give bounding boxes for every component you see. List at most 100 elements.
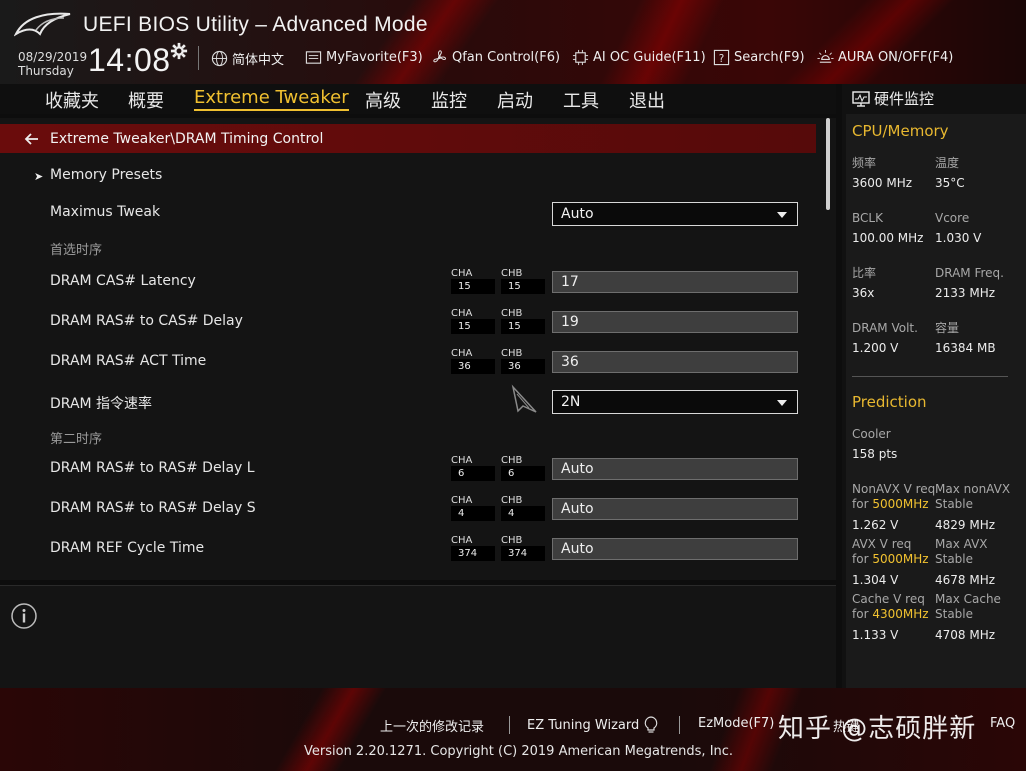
rrd-s-chb-readout: CHB 4: [501, 495, 545, 521]
cha-value: 4: [451, 506, 495, 521]
max-avx-line2: Stable: [935, 552, 974, 566]
help-info-panel: [0, 585, 836, 688]
tab-tools[interactable]: 工具: [563, 87, 599, 113]
ratio-value: 36x: [852, 286, 875, 300]
nonavx-req-line2: for 5000MHz: [852, 497, 935, 512]
cas-chb-readout: CHB 15: [501, 268, 545, 294]
ref-cycle-label: DRAM REF Cycle Time: [50, 540, 205, 556]
chb-label: CHB: [501, 455, 523, 466]
ras-to-cas-field[interactable]: 19: [552, 311, 798, 333]
avx-v-value: 1.304 V: [852, 573, 899, 587]
faq-button[interactable]: FAQ: [990, 716, 1015, 731]
ref-cycle-cha-readout: CHA 374: [451, 535, 495, 561]
freq-label: 频率: [852, 156, 877, 170]
max-cache-label: Max Cache Stable: [935, 592, 1001, 622]
tab-exit[interactable]: 退出: [629, 87, 665, 113]
nonavx-req-label: NonAVX V req for 5000MHz: [852, 482, 935, 512]
rrd-s-field[interactable]: Auto: [552, 498, 798, 520]
breadcrumb-bar: Extreme Tweaker\DRAM Timing Control: [0, 124, 816, 153]
qfan-label: Qfan Control(F6): [452, 50, 561, 65]
ez-tuning-label: EZ Tuning Wizard: [527, 717, 640, 733]
rrd-s-label: DRAM RAS# to RAS# Delay S: [50, 500, 256, 516]
cache-req-line1: Cache V req: [852, 592, 925, 606]
chb-value: 15: [501, 279, 545, 294]
max-nonavx-value: 4829 MHz: [935, 518, 996, 532]
tab-extreme-tweaker[interactable]: Extreme Tweaker: [194, 87, 349, 111]
dram-volt-value: 1.200 V: [852, 341, 899, 355]
chb-value: 4: [501, 506, 545, 521]
ras-act-time-field[interactable]: 36: [552, 351, 798, 373]
cache-req-line2: for 4300MHz: [852, 607, 929, 622]
ref-cycle-field[interactable]: Auto: [552, 538, 798, 560]
max-nonavx-label: Max nonAVX Stable: [935, 482, 1010, 512]
rog-logo-icon: [14, 12, 71, 37]
sidebar-divider: [852, 376, 1008, 377]
command-rate-dropdown[interactable]: 2N: [552, 390, 798, 414]
vcore-value: 1.030 V: [935, 231, 982, 245]
chb-value: 6: [501, 466, 545, 481]
ref-cycle-chb-readout: CHB 374: [501, 535, 545, 561]
search-button[interactable]: ? Search(F9): [713, 49, 805, 66]
tab-monitor[interactable]: 监控: [431, 87, 467, 113]
cha-label: CHA: [451, 268, 473, 279]
maximus-tweak-value: Auto: [561, 206, 594, 222]
rrd-l-chb-readout: CHB 6: [501, 455, 545, 481]
last-modified-button[interactable]: 上一次的修改记录: [380, 716, 484, 735]
avx-req-line2: for 5000MHz: [852, 552, 929, 567]
ai-oc-guide-button[interactable]: AI OC Guide(F11): [572, 49, 706, 66]
primary-timings-heading: 首选时序: [50, 243, 103, 258]
language-button[interactable]: 简体中文: [211, 49, 284, 68]
cha-value: 15: [451, 279, 495, 294]
cha-label: CHA: [451, 455, 473, 466]
avx-for: for: [852, 552, 869, 566]
scrollbar[interactable]: [826, 118, 830, 210]
breadcrumb: Extreme Tweaker\DRAM Timing Control: [50, 130, 324, 147]
avx-req-line1: AVX V req: [852, 537, 912, 551]
cha-label: CHA: [451, 308, 473, 319]
ras-cas-chb-readout: CHB 15: [501, 308, 545, 334]
footer-divider: [509, 716, 510, 734]
temp-value: 35°C: [935, 176, 965, 190]
help-search-icon: ?: [713, 49, 730, 66]
ras-to-cas-label: DRAM RAS# to CAS# Delay: [50, 313, 243, 329]
aura-button[interactable]: AURA ON/OFF(F4): [817, 49, 953, 66]
info-icon: [11, 603, 37, 629]
cooler-label: Cooler: [852, 427, 891, 441]
maximus-tweak-label: Maximus Tweak: [50, 204, 161, 220]
title-bar: UEFI BIOS Utility – Advanced Mode 08/29/…: [0, 0, 1026, 84]
ez-tuning-wizard-button[interactable]: EZ Tuning Wizard: [527, 716, 659, 734]
ras-act-cha-readout: CHA 36: [451, 348, 495, 374]
bclk-label: BCLK: [852, 211, 883, 225]
nonavx-v-value: 1.262 V: [852, 518, 899, 532]
myfavorite-button[interactable]: MyFavorite(F3): [305, 49, 423, 66]
cas-latency-field[interactable]: 17: [552, 271, 798, 293]
tab-advanced[interactable]: 高级: [365, 87, 401, 113]
gear-icon[interactable]: [170, 42, 188, 60]
dram-freq-label: DRAM Freq.: [935, 266, 1004, 280]
rrd-l-field[interactable]: Auto: [552, 458, 798, 480]
tab-overview[interactable]: 概要: [128, 87, 164, 113]
nonavx-for: for: [852, 497, 869, 511]
rrd-l-label: DRAM RAS# to RAS# Delay L: [50, 460, 255, 476]
max-cache-line1: Max Cache: [935, 592, 1001, 606]
ras-act-time-label: DRAM RAS# ACT Time: [50, 353, 207, 369]
tab-favorites[interactable]: 收藏夹: [45, 87, 99, 113]
command-rate-value: 2N: [561, 394, 581, 410]
ratio-label: 比率: [852, 266, 877, 280]
avx-freq: 5000MHz: [872, 552, 929, 566]
settings-panel: Extreme Tweaker\DRAM Timing Control ➤ Me…: [0, 118, 836, 580]
rrd-s-cha-readout: CHA 4: [451, 495, 495, 521]
hardware-monitor-panel: CPU/Memory 频率 3600 MHz 温度 35°C BCLK 100.…: [846, 114, 1026, 688]
back-arrow-icon[interactable]: [24, 131, 40, 147]
ezmode-button[interactable]: EzMode(F7): [698, 716, 774, 731]
memory-presets-item[interactable]: Memory Presets: [50, 167, 162, 183]
main-tab-bar: 收藏夹 概要 Extreme Tweaker 高级 监控 启动 工具 退出: [0, 84, 836, 114]
date-text: 08/29/2019: [18, 50, 88, 64]
lightbulb-icon: [644, 716, 658, 733]
tab-boot[interactable]: 启动: [497, 87, 533, 113]
secondary-timings-heading: 第二时序: [50, 432, 103, 447]
cas-cha-readout: CHA 15: [451, 268, 495, 294]
max-avx-label: Max AVX Stable: [935, 537, 988, 567]
qfan-control-button[interactable]: Qfan Control(F6): [431, 49, 560, 66]
maximus-tweak-dropdown[interactable]: Auto: [552, 202, 798, 226]
